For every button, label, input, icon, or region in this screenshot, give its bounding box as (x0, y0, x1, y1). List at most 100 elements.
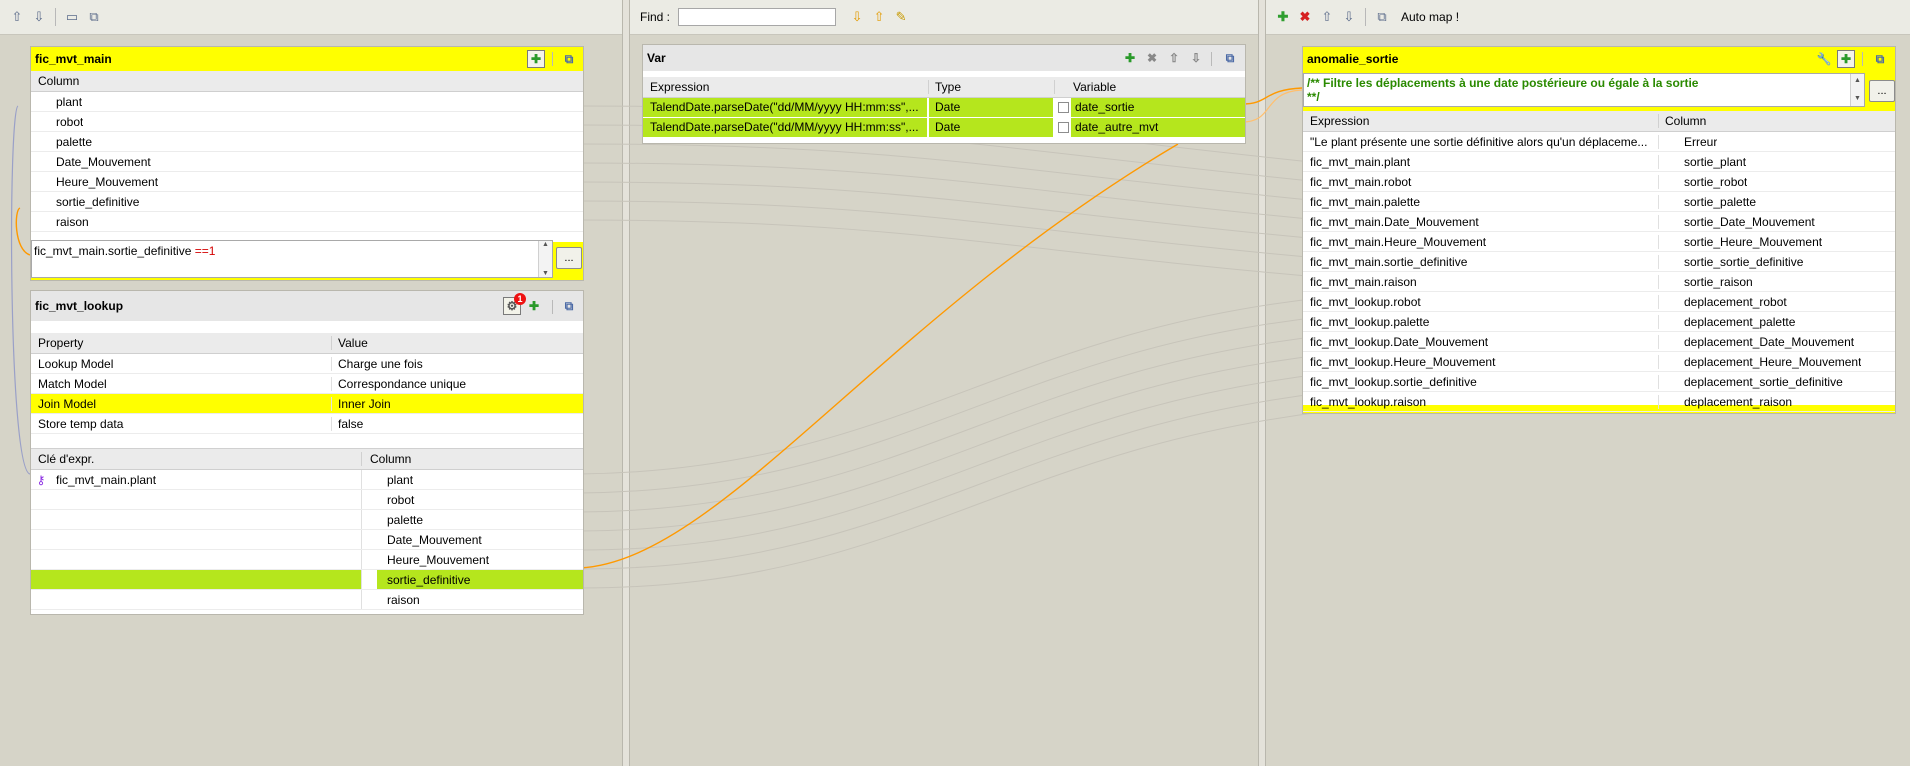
output-column-name[interactable]: sortie_plant (1659, 155, 1746, 169)
add-variable-icon[interactable]: ✚ (1121, 49, 1139, 67)
var-expression[interactable]: TalendDate.parseDate("dd/MM/yyyy HH:mm:s… (643, 118, 927, 137)
output-column-name[interactable]: sortie_robot (1659, 175, 1747, 189)
remove-output-icon[interactable]: ✖ (1296, 8, 1314, 26)
add-filter-icon[interactable]: ✚ (527, 50, 545, 68)
find-highlight-icon[interactable]: ✎ (892, 8, 910, 26)
column-row[interactable]: palette (31, 132, 583, 152)
property-row[interactable]: Lookup Model Charge une fois (31, 354, 583, 374)
property-value[interactable]: Inner Join (332, 397, 391, 411)
output-column-name[interactable]: sortie_Date_Mouvement (1659, 215, 1815, 229)
minimize-table-icon[interactable]: ⧉ (1221, 49, 1239, 67)
pane-separator-left[interactable] (622, 0, 630, 766)
output-row[interactable]: fic_mvt_main.Date_Mouvement sortie_Date_M… (1303, 212, 1895, 232)
output-column-name[interactable]: deplacement_Heure_Mouvement (1659, 355, 1861, 369)
output-row[interactable]: fic_mvt_main.raison sortie_raison (1303, 272, 1895, 292)
restore-all-icon[interactable]: ⧉ (85, 8, 103, 26)
add-filter-icon[interactable]: ✚ (525, 297, 543, 315)
var-type[interactable]: Date (929, 118, 1053, 137)
var-expression[interactable]: TalendDate.parseDate("dd/MM/yyyy HH:mm:s… (643, 98, 927, 117)
output-expression[interactable]: fic_mvt_lookup.sortie_definitive (1303, 374, 1659, 389)
output-row[interactable]: fic_mvt_lookup.Date_Mouvement deplacement… (1303, 332, 1895, 352)
key-expression-cell[interactable] (31, 550, 362, 569)
key-row[interactable]: palette (31, 510, 583, 530)
output-row[interactable]: fic_mvt_main.robot sortie_robot (1303, 172, 1895, 192)
var-row[interactable]: TalendDate.parseDate("dd/MM/yyyy HH:mm:s… (643, 98, 1245, 118)
column-row[interactable]: raison (31, 212, 583, 232)
key-row[interactable]: robot (31, 490, 583, 510)
output-expression[interactable]: fic_mvt_main.raison (1303, 274, 1659, 289)
output-column-name[interactable]: sortie_raison (1659, 275, 1753, 289)
find-next-icon[interactable]: ⇩ (848, 8, 866, 26)
var-name[interactable]: date_autre_mvt (1071, 118, 1245, 137)
auto-map-button[interactable]: Auto map ! (1401, 10, 1459, 24)
output-expression[interactable]: fic_mvt_main.sortie_definitive (1303, 254, 1659, 269)
property-value[interactable]: Correspondance unique (332, 377, 466, 391)
property-row[interactable]: Join Model Inner Join (31, 394, 583, 414)
output-column-name[interactable]: sortie_Heure_Mouvement (1659, 235, 1822, 249)
output-column-name[interactable]: sortie_sortie_definitive (1659, 255, 1803, 269)
output-filter-field[interactable]: /** Filtre les déplacements à une date p… (1303, 73, 1865, 107)
filter-expression-field[interactable]: fic_mvt_main.sortie_definitive ==1 ▲ ▼ (31, 240, 553, 278)
key-row[interactable]: ⚷ fic_mvt_main.plant plant (31, 470, 583, 490)
output-expression[interactable]: fic_mvt_main.Heure_Mouvement (1303, 234, 1659, 249)
remove-variable-icon[interactable]: ✖ (1143, 49, 1161, 67)
output-expression[interactable]: fic_mvt_lookup.robot (1303, 294, 1659, 309)
wrench-icon[interactable]: 🔧 (1815, 50, 1833, 68)
output-row[interactable]: fic_mvt_main.sortie_definitive sortie_sor… (1303, 252, 1895, 272)
output-row[interactable]: fic_mvt_main.Heure_Mouvement sortie_Heure… (1303, 232, 1895, 252)
output-column-name[interactable]: deplacement_Date_Mouvement (1659, 335, 1854, 349)
output-expression[interactable]: fic_mvt_lookup.Date_Mouvement (1303, 334, 1659, 349)
minimize-all-icon[interactable]: ▭ (63, 8, 81, 26)
column-row[interactable]: sortie_definitive (31, 192, 583, 212)
minimize-table-icon[interactable]: ⧉ (560, 50, 578, 68)
property-value[interactable]: Charge une fois (332, 357, 423, 371)
output-column-name[interactable]: deplacement_sortie_definitive (1659, 375, 1843, 389)
output-row[interactable]: fic_mvt_main.palette sortie_palette (1303, 192, 1895, 212)
var-row[interactable]: TalendDate.parseDate("dd/MM/yyyy HH:mm:s… (643, 118, 1245, 138)
output-expression[interactable]: fic_mvt_lookup.palette (1303, 314, 1659, 329)
output-column-name[interactable]: deplacement_raison (1659, 395, 1792, 409)
minimize-table-icon[interactable]: ⧉ (560, 297, 578, 315)
key-expression-cell[interactable]: ⚷ fic_mvt_main.plant (31, 470, 362, 489)
output-expression[interactable]: fic_mvt_main.robot (1303, 174, 1659, 189)
move-down-icon[interactable]: ⇩ (1187, 49, 1205, 67)
key-expression-cell[interactable] (31, 570, 362, 589)
output-expression[interactable]: fic_mvt_lookup.Heure_Mouvement (1303, 354, 1659, 369)
key-row[interactable]: Heure_Mouvement (31, 550, 583, 570)
add-filter-icon[interactable]: ✚ (1837, 50, 1855, 68)
find-input[interactable] (678, 8, 837, 26)
output-expression[interactable]: fic_mvt_lookup.raison (1303, 394, 1659, 409)
output-row[interactable]: fic_mvt_lookup.palette deplacement_palett… (1303, 312, 1895, 332)
output-expression[interactable]: fic_mvt_main.Date_Mouvement (1303, 214, 1659, 229)
column-row[interactable]: Date_Mouvement (31, 152, 583, 172)
output-filter-builder-button[interactable]: ... (1869, 80, 1895, 102)
key-expression-cell[interactable] (31, 590, 362, 609)
var-type[interactable]: Date (929, 98, 1053, 117)
move-up-icon[interactable]: ⇧ (1165, 49, 1183, 67)
output-row[interactable]: fic_mvt_lookup.raison deplacement_raison (1303, 392, 1895, 412)
property-row[interactable]: Store temp data false (31, 414, 583, 434)
filter-expression-builder-button[interactable]: ... (556, 247, 582, 269)
key-expression-cell[interactable] (31, 490, 362, 509)
find-previous-icon[interactable]: ⇧ (870, 8, 888, 26)
key-row[interactable]: raison (31, 590, 583, 610)
column-row[interactable]: Heure_Mouvement (31, 172, 583, 192)
output-filter-scrollbar[interactable]: ▲ ▼ (1850, 74, 1864, 106)
output-row[interactable]: fic_mvt_lookup.sortie_definitive deplacem… (1303, 372, 1895, 392)
column-row[interactable]: robot (31, 112, 583, 132)
nullable-checkbox[interactable] (1055, 118, 1071, 137)
nullable-checkbox[interactable] (1055, 98, 1071, 117)
output-column-name[interactable]: deplacement_robot (1659, 295, 1787, 309)
output-column-name[interactable]: deplacement_palette (1659, 315, 1795, 329)
minimize-all-icon[interactable]: ⧉ (1373, 8, 1391, 26)
property-value[interactable]: false (332, 417, 363, 431)
var-name[interactable]: date_sortie (1071, 98, 1245, 117)
pane-separator-right[interactable] (1258, 0, 1266, 766)
key-row[interactable]: sortie_definitive (31, 570, 583, 590)
minimize-table-icon[interactable]: ⧉ (1871, 50, 1889, 68)
output-column-name[interactable]: Erreur (1659, 135, 1717, 149)
output-expression[interactable]: fic_mvt_main.palette (1303, 194, 1659, 209)
output-row[interactable]: "Le plant présente une sortie définitive… (1303, 132, 1895, 152)
output-row[interactable]: fic_mvt_lookup.Heure_Mouvement deplacemen… (1303, 352, 1895, 372)
key-row[interactable]: Date_Mouvement (31, 530, 583, 550)
